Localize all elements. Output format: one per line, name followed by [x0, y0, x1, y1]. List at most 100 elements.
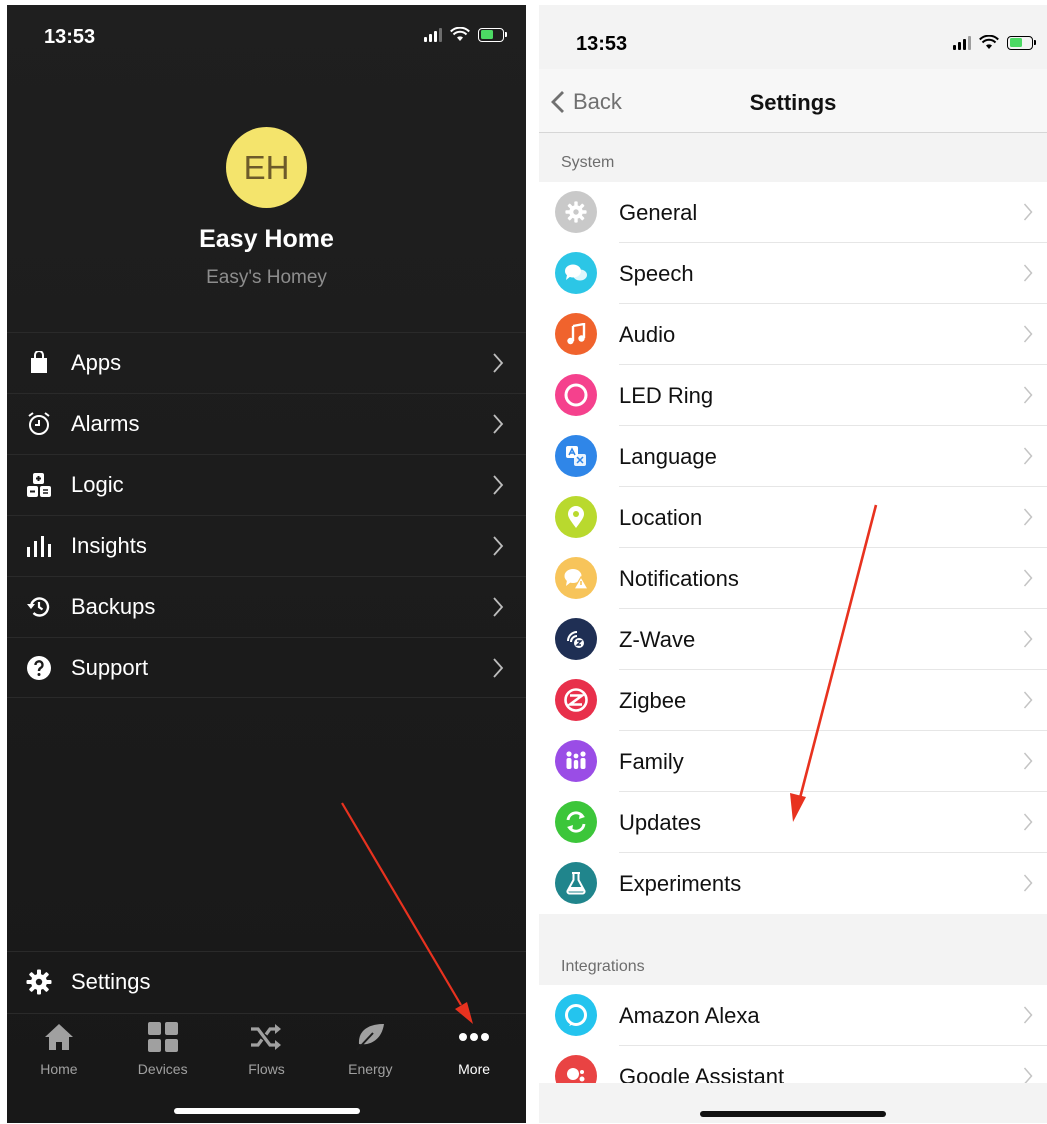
battery-icon: [1007, 35, 1036, 50]
profile-subtitle: Easy's Homey: [206, 267, 327, 288]
menu-item-label: Logic: [71, 472, 124, 497]
settings-menu-item[interactable]: Settings: [7, 951, 526, 1012]
bar-chart-icon: [25, 532, 53, 560]
avatar[interactable]: EH: [226, 127, 307, 208]
tab-devices[interactable]: Devices: [111, 1014, 215, 1089]
settings-item-notifications[interactable]: Notifications: [539, 548, 1047, 609]
tab-home[interactable]: Home: [7, 1014, 111, 1089]
chevron-right-icon: [1023, 691, 1033, 709]
chevron-right-icon: [493, 475, 504, 495]
chevron-right-icon: [1023, 630, 1033, 648]
chevron-right-icon: [1023, 447, 1033, 465]
settings-item-label: Google Assistant: [619, 1064, 785, 1083]
system-settings-list: General Speech Audio LED Ring Language L…: [539, 182, 1047, 914]
settings-item-google-assistant[interactable]: Google Assistant: [539, 1046, 1047, 1083]
tab-flows[interactable]: Flows: [215, 1014, 319, 1089]
status-icons: [953, 35, 1036, 50]
settings-item-label: General: [619, 200, 698, 225]
more-dots-icon: [457, 1020, 491, 1054]
chevron-right-icon: [493, 597, 504, 617]
tab-energy[interactable]: Energy: [318, 1014, 422, 1089]
settings-item-language[interactable]: Language: [539, 426, 1047, 487]
status-icons: [424, 27, 507, 42]
settings-item-experiments[interactable]: Experiments: [539, 853, 1047, 914]
chevron-right-icon: [1023, 874, 1033, 892]
menu-item-apps[interactable]: Apps: [7, 332, 526, 393]
notification-warning-icon: [555, 557, 597, 599]
chevron-right-icon: [1023, 752, 1033, 770]
menu-item-logic[interactable]: Logic: [7, 454, 526, 515]
translate-icon: [555, 435, 597, 477]
menu-item-label: Apps: [71, 350, 122, 375]
chevron-right-icon: [1023, 386, 1033, 404]
tab-label: More: [458, 1061, 491, 1077]
more-menu: Apps Alarms Logic Insights Backups Suppo…: [7, 332, 526, 698]
home-indicator: [173, 1108, 360, 1114]
settings-item-label: Family: [619, 749, 684, 774]
signal-icon: [424, 27, 442, 42]
settings-item-label: Experiments: [619, 871, 742, 896]
shopping-bag-icon: [25, 349, 53, 377]
zigbee-icon: [555, 679, 597, 721]
nav-bar: Back Settings: [539, 69, 1047, 133]
alexa-icon: [555, 994, 597, 1036]
ring-icon: [555, 374, 597, 416]
section-header-integrations: Integrations: [561, 958, 645, 975]
settings-item-led-ring[interactable]: LED Ring: [539, 365, 1047, 426]
tab-more[interactable]: More: [422, 1014, 526, 1089]
settings-item-zigbee[interactable]: Zigbee: [539, 670, 1047, 731]
home-indicator: [700, 1111, 886, 1117]
history-icon: [25, 593, 53, 621]
settings-item-updates[interactable]: Updates: [539, 792, 1047, 853]
status-bar: 13:53: [7, 5, 526, 69]
settings-item-label: Updates: [619, 810, 701, 835]
menu-item-insights[interactable]: Insights: [7, 515, 526, 576]
tab-label: Flows: [248, 1061, 285, 1077]
zwave-icon: [555, 618, 597, 660]
chevron-right-icon: [493, 414, 504, 434]
tab-label: Energy: [348, 1061, 393, 1077]
leaf-icon: [353, 1020, 387, 1054]
settings-item-location[interactable]: Location: [539, 487, 1047, 548]
shuffle-icon: [249, 1020, 283, 1054]
section-header-system: System: [561, 154, 615, 171]
menu-item-alarms[interactable]: Alarms: [7, 393, 526, 454]
settings-item-family[interactable]: Family: [539, 731, 1047, 792]
speech-bubbles-icon: [555, 252, 597, 294]
settings-item-zwave[interactable]: Z-Wave: [539, 609, 1047, 670]
chevron-right-icon: [493, 536, 504, 556]
tab-label: Devices: [137, 1061, 188, 1077]
tab-bar: Home Devices Flows Energy More: [7, 1013, 526, 1089]
page-title: Settings: [749, 90, 837, 115]
signal-icon: [953, 35, 971, 50]
settings-item-label: Zigbee: [619, 688, 687, 713]
settings-item-audio[interactable]: Audio: [539, 304, 1047, 365]
settings-item-general[interactable]: General: [539, 182, 1047, 243]
menu-item-backups[interactable]: Backups: [7, 576, 526, 637]
settings-item-amazon-alexa[interactable]: Amazon Alexa: [539, 985, 1047, 1046]
settings-screen: 13:53 Back Settings System General Speec…: [539, 5, 1047, 1123]
status-time: 13:53: [576, 33, 628, 55]
chevron-right-icon: [493, 658, 504, 678]
settings-item-label: Amazon Alexa: [619, 1003, 760, 1028]
wifi-icon: [450, 27, 470, 41]
integrations-list: Amazon Alexa Google Assistant: [539, 985, 1047, 1083]
settings-item-label: Z-Wave: [619, 627, 696, 652]
chevron-right-icon: [1023, 1067, 1033, 1083]
chevron-right-icon: [1023, 325, 1033, 343]
battery-icon: [478, 27, 507, 42]
chevron-right-icon: [1023, 264, 1033, 282]
question-circle-icon: [25, 654, 53, 682]
settings-label: Settings: [71, 969, 151, 994]
chevron-right-icon: [1023, 203, 1033, 221]
grid-icon: [146, 1020, 180, 1054]
settings-item-label: Speech: [619, 261, 694, 286]
settings-item-speech[interactable]: Speech: [539, 243, 1047, 304]
map-pin-icon: [555, 496, 597, 538]
chevron-right-icon: [1023, 813, 1033, 831]
menu-item-label: Alarms: [71, 411, 140, 436]
menu-item-support[interactable]: Support: [7, 637, 526, 698]
settings-item-label: Language: [619, 444, 717, 469]
chevron-right-icon: [1023, 569, 1033, 587]
wifi-icon: [979, 35, 999, 49]
